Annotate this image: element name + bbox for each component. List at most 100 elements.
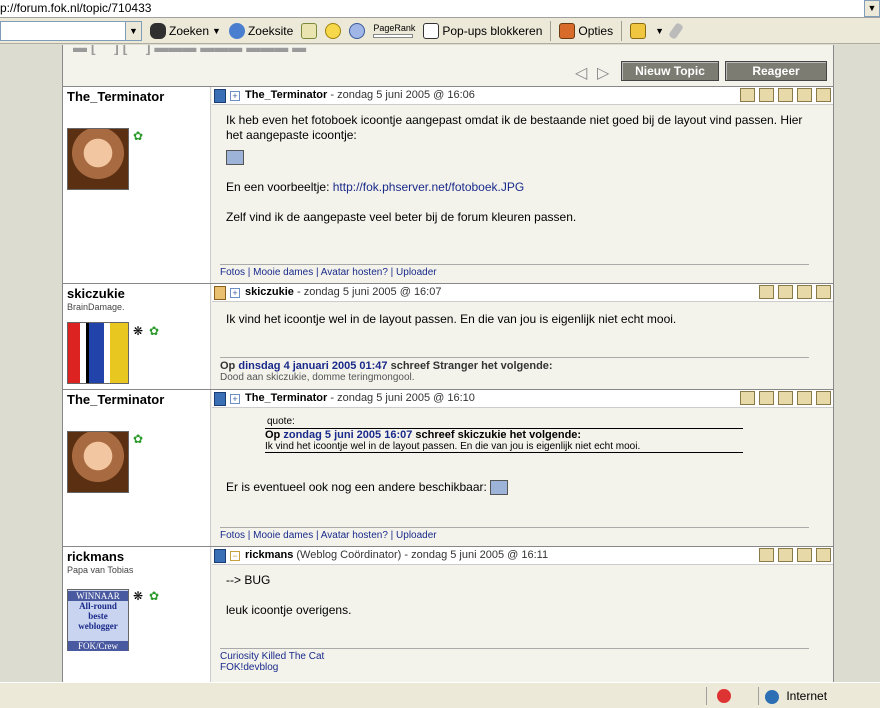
web-page: ▬ [ ▔ ] [ ▔ ] ▬▬▬ ▬▬▬ ▬▬▬ ▬ ◁ ▷ Nieuw To… — [0, 45, 880, 682]
zone-cell: Internet — [758, 687, 880, 705]
post-author[interactable]: The_Terminator — [245, 392, 327, 404]
new-topic-button[interactable]: Nieuw Topic — [621, 61, 719, 81]
post-content: + skiczukie - zondag 5 juni 2005 @ 16:07… — [212, 284, 833, 389]
forum-post: skiczukie BrainDamage. ❋ ✿ + skiczukie -… — [63, 284, 833, 390]
toolbar-separator — [621, 20, 623, 41]
popup-blocked-cell[interactable] — [706, 687, 754, 705]
folder-dropdown-icon[interactable]: ▼ — [655, 26, 664, 36]
camera-icon[interactable] — [759, 391, 774, 405]
camera-icon[interactable] — [778, 548, 793, 562]
prev-arrow-icon[interactable]: ◁ — [575, 63, 587, 83]
quote-text: Ik vind het icoontje wel in de layout pa… — [265, 441, 641, 452]
camera-icon[interactable] — [778, 285, 793, 299]
edit-icon[interactable] — [778, 88, 793, 102]
signature[interactable]: Fotos | Mooie dames | Avatar hosten? | U… — [220, 264, 809, 278]
address-bar[interactable]: p://forum.fok.nl/topic/710433 ▼ — [0, 0, 880, 18]
quote-suffix: schreef skiczukie het volgende: — [412, 429, 582, 441]
collapse-icon[interactable]: − — [230, 551, 240, 561]
zone-label: Internet — [786, 689, 828, 703]
report-icon[interactable] — [797, 391, 812, 405]
site-search-icon — [228, 22, 245, 39]
sig-line[interactable]: Curiosity Killed The Cat — [220, 651, 809, 662]
smiley-happy-icon — [325, 22, 342, 39]
username[interactable]: The_Terminator — [67, 89, 164, 104]
opties-button[interactable]: Opties — [559, 22, 614, 39]
address-dropdown-button[interactable]: ▼ — [864, 0, 880, 17]
profile-icon[interactable] — [740, 391, 755, 405]
avatar-text: beste — [88, 611, 108, 621]
post-date: (Weblog Coördinator) - zondag 5 juni 200… — [293, 549, 549, 561]
signature: Op dinsdag 4 januari 2005 01:47 schreef … — [220, 357, 809, 383]
avatar: WINNAAR All-round beste weblogger FOK/Cr… — [67, 589, 129, 651]
pagerank-indicator: PageRank — [373, 23, 415, 38]
post-header: + The_Terminator - zondag 5 juni 2005 @ … — [212, 87, 833, 105]
post-author[interactable]: skiczukie — [245, 286, 294, 298]
profile-icon[interactable] — [759, 285, 774, 299]
highlight-button[interactable] — [668, 21, 684, 40]
snowflake-icon: ❋ — [133, 589, 144, 603]
forum-post: The_Terminator ✿ + The_Terminator - zond… — [63, 87, 833, 284]
home-icon[interactable] — [816, 391, 831, 405]
avatar — [67, 128, 129, 190]
post-author-panel: skiczukie BrainDamage. ❋ ✿ — [63, 284, 211, 389]
signature[interactable]: Fotos | Mooie dames | Avatar hosten? | U… — [220, 527, 809, 541]
toolbar-search-input[interactable] — [0, 20, 126, 41]
report-icon[interactable] — [816, 285, 831, 299]
page-info-button[interactable] — [301, 22, 318, 39]
zoeksite-button[interactable]: Zoeksite — [228, 22, 294, 39]
post-content: − rickmans (Weblog Coördinator) - zondag… — [212, 547, 833, 682]
post-actions — [740, 391, 831, 405]
profile-icon[interactable] — [740, 88, 755, 102]
expand-icon[interactable]: + — [230, 288, 240, 298]
avatar-text: weblogger — [78, 621, 118, 631]
next-arrow-icon[interactable]: ▷ — [597, 63, 609, 83]
msn-butterfly-icon: ✿ — [133, 129, 144, 143]
google-toolbar: ▼ Zoeken ▼ Zoeksite PageRank Pop-ups blo… — [0, 18, 880, 44]
binoculars-icon — [150, 22, 166, 39]
pagerank-bar — [373, 33, 414, 38]
sig-line[interactable]: FOK!devblog — [220, 662, 809, 673]
quote-block: Op zondag 5 juni 2005 16:07 schreef skic… — [265, 428, 743, 453]
msn-butterfly-icon: ✿ — [133, 432, 144, 446]
closing-text: Zelf vind ik de aangepaste veel beter bi… — [226, 210, 577, 224]
zoeken-dropdown-icon[interactable]: ▼ — [212, 26, 221, 36]
expand-icon[interactable]: + — [230, 91, 240, 101]
folder-up-button[interactable]: ▼ — [630, 22, 664, 39]
profile-icon[interactable] — [759, 548, 774, 562]
status-bar: Internet — [0, 682, 880, 708]
pencil-icon — [668, 21, 684, 40]
username[interactable]: rickmans — [67, 549, 124, 564]
toolbar-search-dropdown[interactable]: ▼ — [126, 20, 142, 41]
reply-button[interactable]: Reageer — [725, 61, 827, 81]
smiley-button[interactable] — [325, 22, 342, 39]
edit-icon[interactable] — [797, 285, 812, 299]
report-icon[interactable] — [797, 88, 812, 102]
report-icon[interactable] — [816, 548, 831, 562]
opties-label: Opties — [578, 23, 614, 38]
post-author[interactable]: The_Terminator — [245, 89, 327, 101]
popup-blocked-icon — [717, 689, 731, 703]
username[interactable]: skiczukie — [67, 286, 125, 301]
sig-quote-prefix: Op — [220, 360, 239, 372]
forum-frame: ▬ [ ▔ ] [ ▔ ] ▬▬▬ ▬▬▬ ▬▬▬ ▬ ◁ ▷ Nieuw To… — [62, 45, 834, 682]
example-label: En een voorbeeltje: — [226, 180, 333, 194]
expand-icon[interactable]: + — [230, 394, 240, 404]
sig-quote-date[interactable]: dinsdag 4 januari 2005 01:47 — [238, 360, 387, 372]
forum-post: The_Terminator ✿ + The_Terminator - zond… — [63, 390, 833, 547]
edit-icon[interactable] — [797, 548, 812, 562]
popup-blocker-button[interactable]: Pop-ups blokkeren — [423, 22, 542, 39]
example-link[interactable]: http://fok.phserver.net/fotoboek.JPG — [333, 180, 524, 194]
quote-date[interactable]: zondag 5 juni 2005 16:07 — [283, 429, 412, 441]
zoeken-button[interactable]: Zoeken ▼ — [150, 22, 221, 39]
msn-butterfly-icon: ✿ — [149, 324, 160, 338]
forum-post: rickmans Papa van Tobias WINNAAR All-rou… — [63, 547, 833, 682]
address-url[interactable]: p://forum.fok.nl/topic/710433 — [0, 1, 151, 15]
home-icon[interactable] — [816, 88, 831, 102]
avatar — [67, 322, 129, 384]
zoeksite-label: Zoeksite — [247, 23, 294, 38]
username[interactable]: The_Terminator — [67, 392, 164, 407]
post-author[interactable]: rickmans — [245, 549, 293, 561]
camera-icon[interactable] — [759, 88, 774, 102]
smiley-sad-button[interactable] — [349, 22, 366, 39]
edit-icon[interactable] — [778, 391, 793, 405]
